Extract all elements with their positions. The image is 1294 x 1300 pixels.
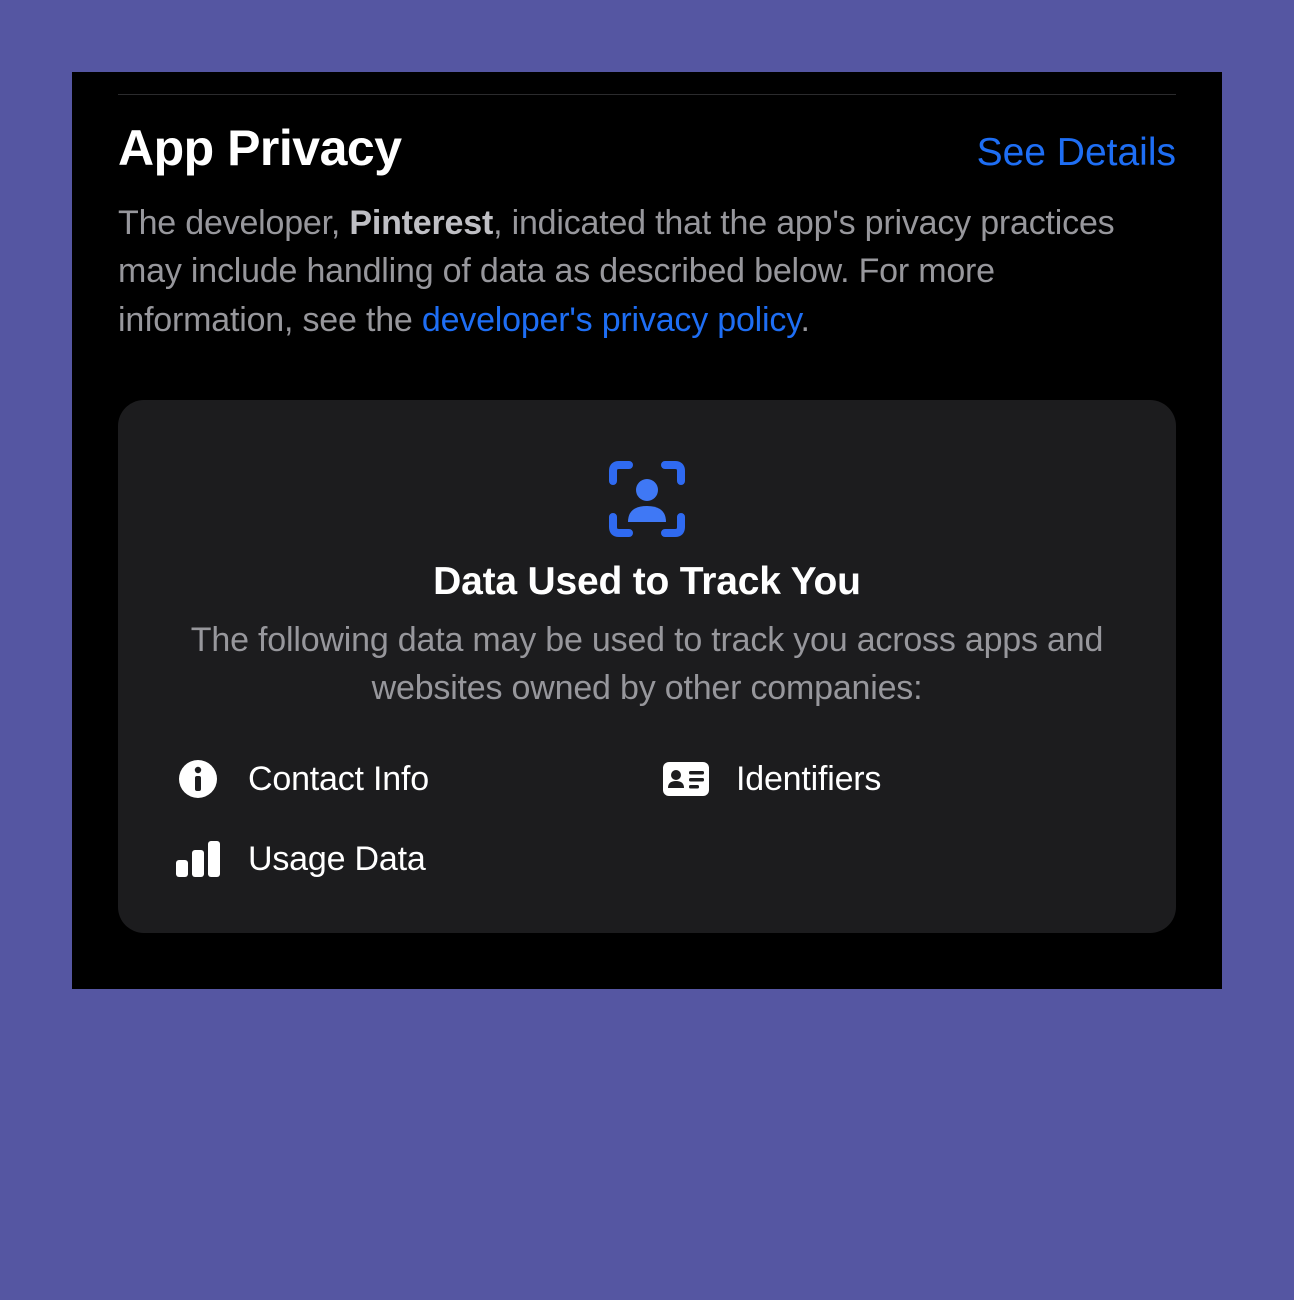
info-icon: [174, 755, 222, 803]
data-items-grid: Contact Info Identifiers: [174, 755, 1120, 883]
desc-suffix: .: [800, 301, 809, 339]
desc-prefix: The developer,: [118, 204, 349, 242]
id-card-icon: [662, 755, 710, 803]
data-item-label: Identifiers: [736, 760, 881, 799]
card-title: Data Used to Track You: [174, 560, 1120, 604]
data-item-identifiers: Identifiers: [662, 755, 1120, 803]
section-title: App Privacy: [118, 119, 402, 177]
data-item-label: Usage Data: [248, 840, 426, 879]
card-description: The following data may be used to track …: [174, 616, 1120, 713]
data-item-usage-data: Usage Data: [174, 835, 632, 883]
top-divider: [118, 94, 1176, 95]
developer-name: Pinterest: [349, 204, 493, 242]
privacy-policy-link[interactable]: developer's privacy policy: [422, 301, 801, 339]
bar-chart-icon: [174, 835, 222, 883]
header-row: App Privacy See Details: [118, 119, 1176, 177]
privacy-description: The developer, Pinterest, indicated that…: [118, 199, 1176, 344]
see-details-link[interactable]: See Details: [977, 131, 1176, 175]
tracking-card: Data Used to Track You The following dat…: [118, 400, 1176, 933]
app-privacy-panel: App Privacy See Details The developer, P…: [72, 72, 1222, 989]
data-item-label: Contact Info: [248, 760, 429, 799]
person-scan-icon: [174, 458, 1120, 540]
data-item-contact-info: Contact Info: [174, 755, 632, 803]
